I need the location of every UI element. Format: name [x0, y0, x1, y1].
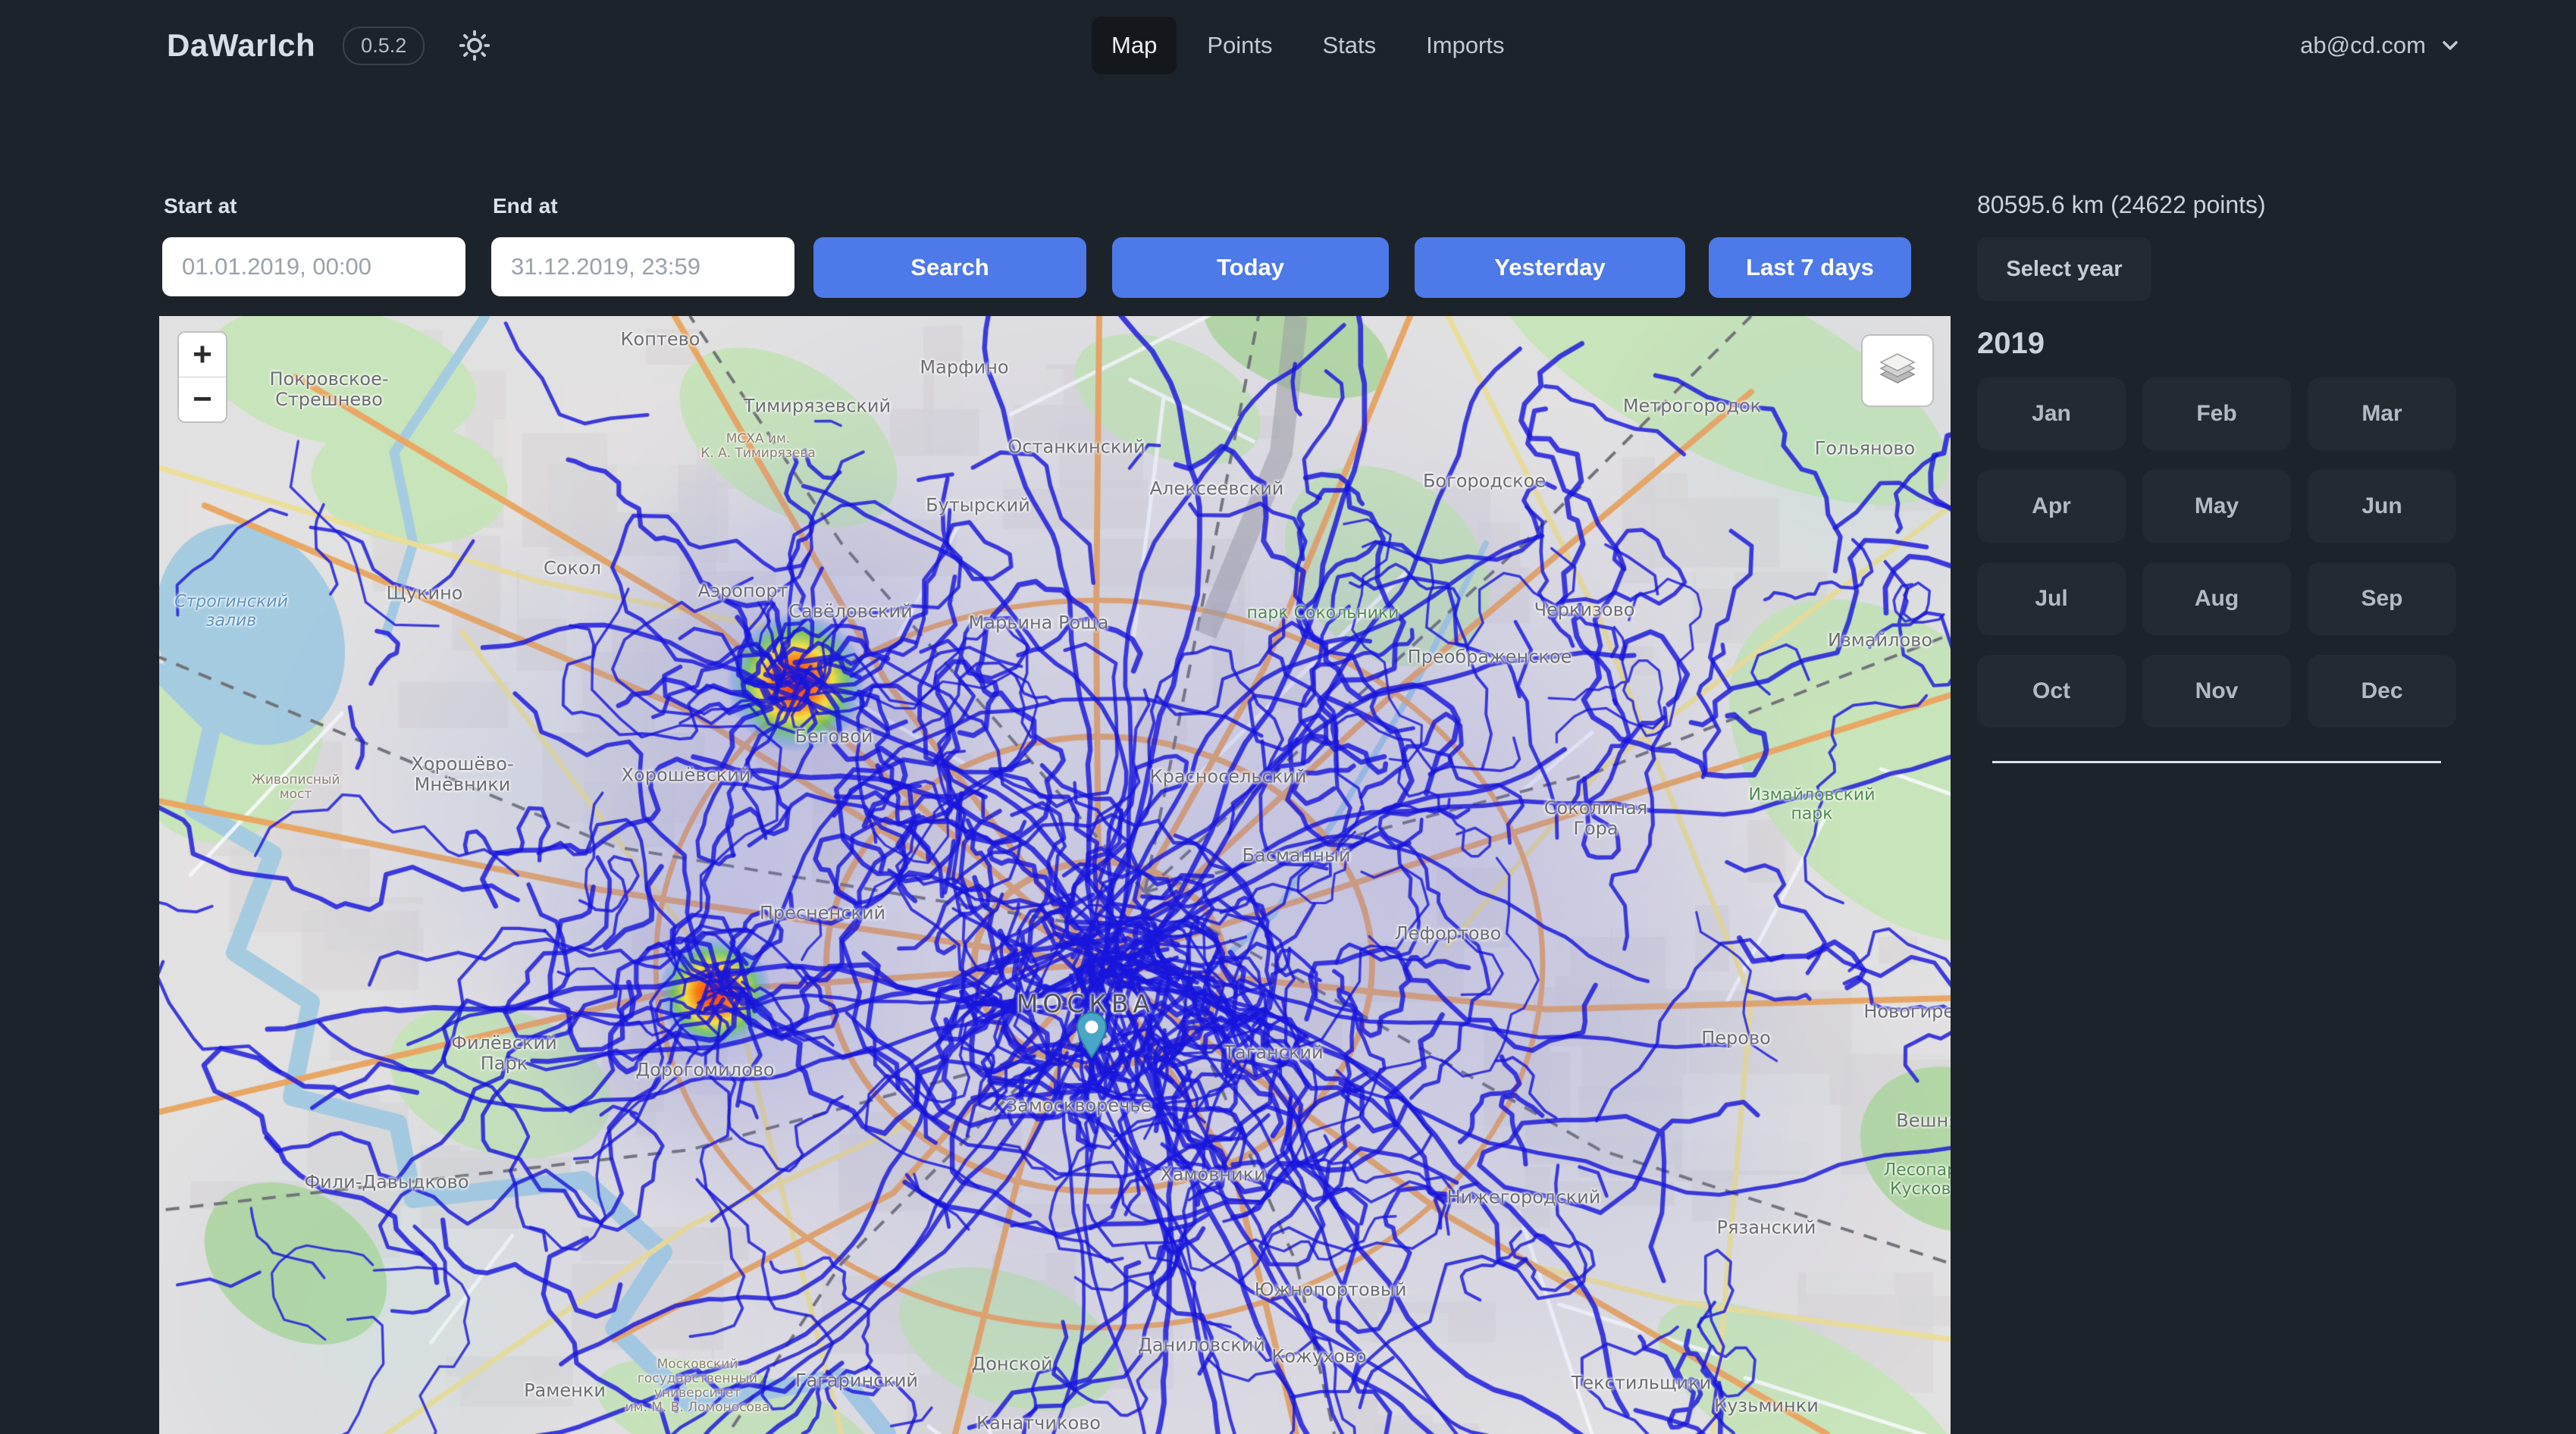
end-at-label: End at — [493, 194, 558, 218]
sun-icon — [457, 28, 492, 63]
select-year-button[interactable]: Select year — [1977, 237, 2151, 301]
chevron-down-icon — [2438, 33, 2462, 58]
month-button-jan[interactable]: Jan — [1977, 377, 2126, 450]
zoom-control: + − — [177, 331, 227, 423]
tab-imports[interactable]: Imports — [1406, 17, 1524, 74]
app-logo[interactable]: DaWarIch — [167, 27, 315, 64]
distance-summary: 80595.6 km (24622 points) — [1977, 191, 2477, 219]
month-button-jun[interactable]: Jun — [2308, 470, 2456, 543]
yesterday-button[interactable]: Yesterday — [1415, 237, 1685, 298]
start-at-input[interactable] — [162, 237, 465, 296]
tab-stats[interactable]: Stats — [1302, 17, 1396, 74]
brand-group: DaWarIch 0.5.2 — [167, 0, 497, 91]
tab-map[interactable]: Map — [1092, 17, 1177, 74]
month-button-jul[interactable]: Jul — [1977, 562, 2126, 635]
month-button-oct[interactable]: Oct — [1977, 655, 2126, 728]
sidebar-divider — [1992, 761, 2441, 763]
map-container[interactable]: КоптевоМарфиноПокровское- СтрешневоТимир… — [159, 316, 1951, 1434]
map-tiles-and-tracks[interactable] — [159, 316, 1951, 1434]
year-heading: 2019 — [1977, 327, 2477, 361]
user-menu[interactable]: ab@cd.com — [2300, 0, 2462, 91]
layers-icon — [1875, 348, 1920, 393]
search-button[interactable]: Search — [813, 237, 1086, 298]
main-tabs: Map Points Stats Imports — [1092, 0, 1525, 91]
stats-sidebar: 80595.6 km (24622 points) Select year 20… — [1977, 191, 2477, 763]
month-button-mar[interactable]: Mar — [2308, 377, 2456, 450]
today-button[interactable]: Today — [1112, 237, 1389, 298]
theme-toggle[interactable] — [452, 23, 497, 68]
month-grid: JanFebMar AprMayJun JulAugSep OctNovDec — [1977, 377, 2477, 728]
month-button-feb[interactable]: Feb — [2142, 377, 2291, 450]
zoom-in-button[interactable]: + — [179, 333, 226, 377]
month-button-apr[interactable]: Apr — [1977, 470, 2126, 543]
user-email: ab@cd.com — [2300, 32, 2426, 59]
end-at-input[interactable] — [491, 237, 794, 296]
zoom-out-button[interactable]: − — [179, 377, 226, 421]
layers-control[interactable] — [1861, 334, 1934, 407]
month-button-sep[interactable]: Sep — [2308, 562, 2456, 635]
version-badge: 0.5.2 — [343, 27, 425, 65]
month-button-aug[interactable]: Aug — [2142, 562, 2291, 635]
month-button-may[interactable]: May — [2142, 470, 2291, 543]
month-button-nov[interactable]: Nov — [2142, 655, 2291, 728]
tab-points[interactable]: Points — [1187, 17, 1292, 74]
navbar: DaWarIch 0.5.2 Map Points Stats Imports … — [0, 0, 2576, 91]
last-7-days-button[interactable]: Last 7 days — [1709, 237, 1911, 298]
month-button-dec[interactable]: Dec — [2308, 655, 2456, 728]
start-at-label: Start at — [164, 194, 237, 218]
